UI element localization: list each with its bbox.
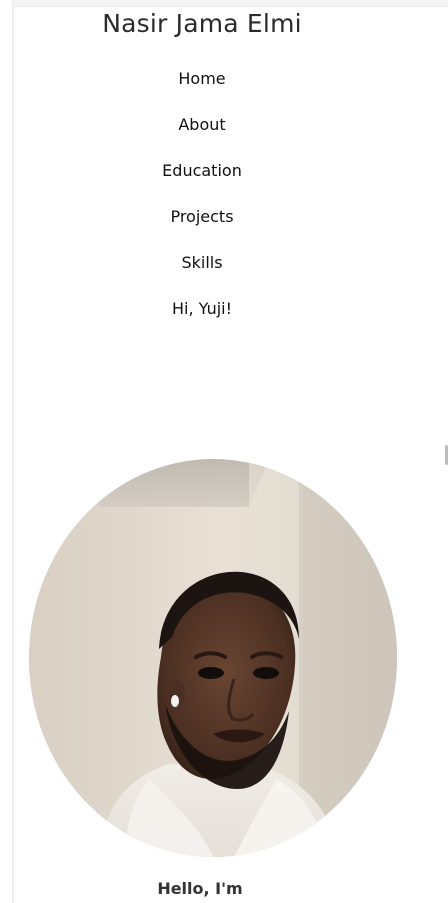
nav-item-skills: Skills <box>14 240 390 286</box>
nav-link-home[interactable]: Home <box>178 68 225 90</box>
main-nav: Home About Education Projects Skills Hi,… <box>14 56 390 332</box>
nav-link-projects[interactable]: Projects <box>170 206 233 228</box>
profile-photo <box>29 459 397 857</box>
profile-photo-illustration <box>29 459 397 857</box>
nav-link-education[interactable]: Education <box>162 160 242 182</box>
nav-item-home: Home <box>14 56 390 102</box>
nav-item-about: About <box>14 102 390 148</box>
nav-item-greeting: Hi, Yuji! <box>14 286 390 332</box>
nav-link-about[interactable]: About <box>178 114 225 136</box>
hero-greeting: Hello, I'm <box>157 879 243 898</box>
nav-link-greeting[interactable]: Hi, Yuji! <box>172 298 232 320</box>
nav-link-skills[interactable]: Skills <box>181 252 222 274</box>
page-viewport: Nasir Jama Elmi Home About Education Pro… <box>0 0 448 903</box>
nav-item-projects: Projects <box>14 194 390 240</box>
nav-item-education: Education <box>14 148 390 194</box>
site-title: Nasir Jama Elmi <box>102 9 302 38</box>
